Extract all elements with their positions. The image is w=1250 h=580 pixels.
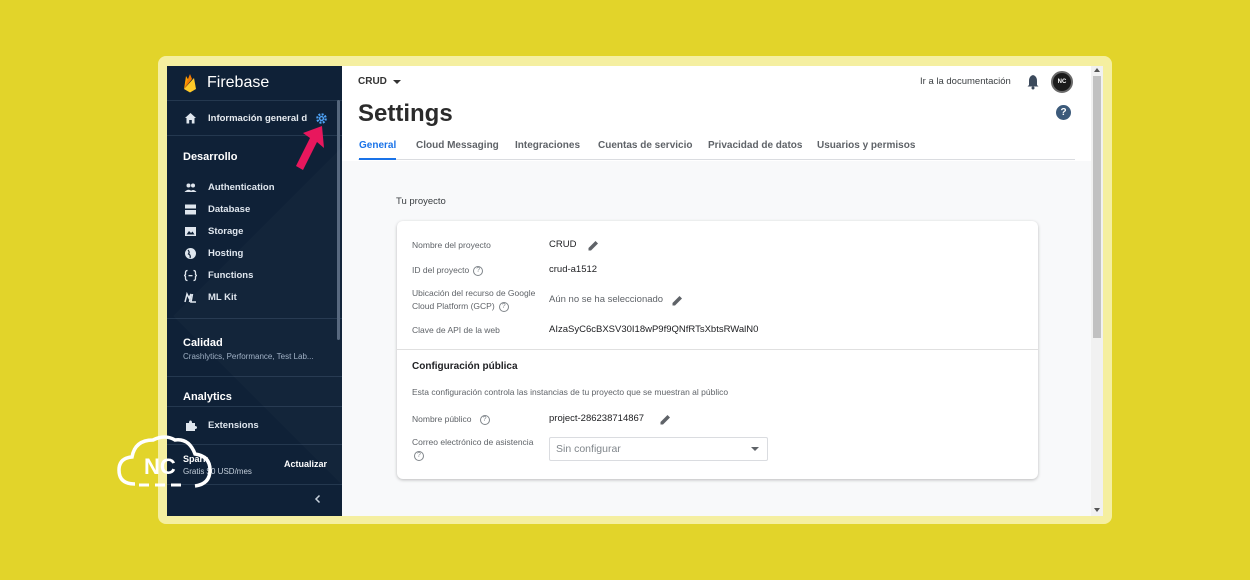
sidebar-divider bbox=[167, 318, 342, 319]
gear-icon[interactable] bbox=[315, 112, 328, 125]
scroll-down-icon[interactable] bbox=[1094, 508, 1100, 512]
public-settings-title: Configuración pública bbox=[412, 361, 518, 372]
highlight-arrow-icon bbox=[296, 126, 324, 170]
project-id-value: crud-a1512 bbox=[549, 264, 598, 275]
help-circle-icon[interactable]: ? bbox=[473, 265, 484, 276]
edit-gcp-location-icon[interactable] bbox=[671, 294, 684, 307]
project-card: Nombre del proyecto CRUD ID del proyecto… bbox=[397, 221, 1038, 479]
functions-icon bbox=[184, 269, 197, 282]
page-title: Settings bbox=[358, 100, 453, 127]
support-email-select[interactable]: Sin configurar bbox=[549, 437, 768, 461]
sidebar-item-storage[interactable]: Storage bbox=[167, 220, 342, 242]
sidebar-item-authentication[interactable]: Authentication bbox=[167, 176, 342, 198]
chevron-down-icon bbox=[751, 447, 759, 451]
sidebar-item-database[interactable]: Database bbox=[167, 198, 342, 220]
settings-tabs: General Cloud Messaging Integraciones Cu… bbox=[358, 138, 1075, 160]
edit-project-name-icon[interactable] bbox=[587, 239, 600, 252]
help-circle-icon[interactable]: ? bbox=[479, 414, 490, 425]
page-scrollbar[interactable] bbox=[1091, 66, 1103, 516]
globe-icon bbox=[184, 247, 197, 260]
public-name-value: project-286238714867 bbox=[549, 413, 645, 424]
sidebar-item-label: Database bbox=[208, 203, 251, 215]
sidebar-item-label: Storage bbox=[208, 225, 244, 237]
sidebar-item-label: Información general del proyecto bbox=[208, 112, 307, 124]
tab-general[interactable]: General bbox=[359, 140, 397, 160]
section-analytics[interactable]: Analytics bbox=[183, 391, 232, 403]
sidebar-item-label: Hosting bbox=[208, 247, 244, 259]
project-id-label-text: ID del proyecto bbox=[412, 265, 470, 275]
gcp-location-label-text: Ubicación del recurso de Google Cloud Pl… bbox=[412, 288, 536, 311]
nc-cloud-logo: NC bbox=[117, 435, 212, 488]
sidebar-item-label: Functions bbox=[208, 269, 254, 281]
bell-icon[interactable] bbox=[1026, 74, 1040, 90]
scroll-up-icon[interactable] bbox=[1094, 68, 1100, 72]
sidebar-item-functions[interactable]: Functions bbox=[167, 264, 342, 286]
main-content: CRUD Ir a la documentación NC Settings ?… bbox=[342, 66, 1103, 516]
public-name-label: Nombre público? bbox=[412, 413, 490, 426]
watermark-text: NC bbox=[144, 454, 176, 479]
firebase-flame-icon bbox=[184, 73, 196, 92]
tab-integrations[interactable]: Integraciones bbox=[515, 140, 580, 160]
avatar-initials: NC bbox=[1057, 79, 1067, 85]
tab-users-permissions[interactable]: Usuarios y permisos bbox=[817, 140, 915, 160]
support-email-label: Correo electrónico de asistencia? bbox=[412, 436, 544, 462]
section-develop[interactable]: Desarrollo bbox=[183, 151, 237, 163]
sidebar-item-ml-kit[interactable]: ML Kit bbox=[167, 286, 342, 308]
sidebar-divider bbox=[167, 406, 342, 407]
upgrade-button[interactable]: Actualizar bbox=[284, 459, 327, 469]
web-api-key-label: Clave de API de la web bbox=[412, 325, 500, 335]
sidebar-item-hosting[interactable]: Hosting bbox=[167, 242, 342, 264]
gcp-location-label: Ubicación del recurso de Google Cloud Pl… bbox=[412, 287, 544, 313]
docs-link[interactable]: Ir a la documentación bbox=[920, 76, 1011, 87]
brand-name: Firebase bbox=[207, 74, 270, 91]
sidebar-scrollbar[interactable] bbox=[337, 100, 340, 340]
tab-cloud-messaging[interactable]: Cloud Messaging bbox=[416, 140, 499, 160]
firebase-logo[interactable]: Firebase bbox=[183, 72, 269, 94]
help-circle-icon[interactable]: ? bbox=[498, 301, 509, 312]
sidebar-item-label: Authentication bbox=[208, 181, 275, 193]
support-email-placeholder: Sin configurar bbox=[556, 443, 621, 455]
home-icon bbox=[185, 112, 196, 123]
support-email-label-text: Correo electrónico de asistencia bbox=[412, 437, 534, 447]
database-icon bbox=[184, 203, 197, 216]
public-name-label-text: Nombre público bbox=[412, 414, 472, 424]
project-id-label: ID del proyecto? bbox=[412, 264, 484, 277]
firebase-console: Firebase Información general del proyect… bbox=[167, 66, 1103, 516]
gcp-location-value: Aún no se ha seleccionado bbox=[549, 294, 664, 305]
ml-kit-icon bbox=[184, 291, 197, 304]
image-icon bbox=[184, 225, 197, 238]
people-icon bbox=[184, 181, 197, 194]
help-icon[interactable]: ? bbox=[1056, 105, 1071, 120]
section-quality-subtitle: Crashlytics, Performance, Test Lab... bbox=[183, 352, 314, 361]
project-name-label: Nombre del proyecto bbox=[412, 240, 491, 250]
tab-data-privacy[interactable]: Privacidad de datos bbox=[708, 140, 802, 160]
chevron-down-icon bbox=[392, 79, 401, 84]
tab-service-accounts[interactable]: Cuentas de servicio bbox=[598, 140, 692, 160]
collapse-sidebar-icon[interactable] bbox=[312, 493, 324, 505]
sidebar-item-label: ML Kit bbox=[208, 291, 237, 303]
avatar[interactable]: NC bbox=[1051, 71, 1073, 93]
sidebar-divider bbox=[167, 376, 342, 377]
help-circle-icon[interactable]: ? bbox=[414, 450, 424, 461]
section-quality[interactable]: Calidad bbox=[183, 337, 223, 349]
edit-public-name-icon[interactable] bbox=[659, 413, 672, 426]
public-settings-description: Esta configuración controla las instanci… bbox=[412, 387, 729, 397]
project-name: CRUD bbox=[358, 76, 387, 87]
scrollbar-thumb[interactable] bbox=[1093, 76, 1101, 338]
sidebar-item-label: Extensions bbox=[208, 419, 259, 431]
project-selector[interactable]: CRUD bbox=[358, 76, 401, 87]
web-api-key-value: AIzaSyC6cBXSV30I18wP9f9QNfRTsXbtsRWalN0 bbox=[549, 324, 759, 335]
card-divider bbox=[397, 349, 1038, 350]
your-project-label: Tu proyecto bbox=[396, 196, 446, 207]
project-name-value: CRUD bbox=[549, 239, 577, 250]
